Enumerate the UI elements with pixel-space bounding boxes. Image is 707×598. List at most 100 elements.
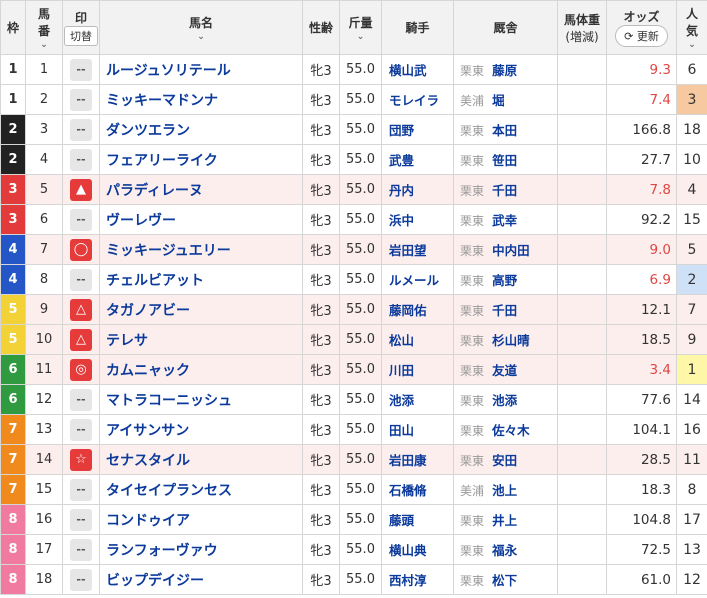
table-row[interactable]: 5 9 △ タガノアビー 牝3 55.0 藤岡佑 栗東 千田 12.1 7 — [0, 294, 707, 325]
mark-cell[interactable]: -- — [62, 144, 100, 175]
col-ninki-header[interactable]: 人 気 ⌄ — [676, 0, 707, 55]
col-umaban-header[interactable]: 馬 番 ⌄ — [25, 0, 63, 55]
jockey-link[interactable]: モレイラ — [381, 84, 454, 115]
table-row[interactable]: 4 8 -- チェルビアット 牝3 55.0 ルメール 栗東 高野 6.9 2 — [0, 264, 707, 295]
horse-name-link[interactable]: タガノアビー — [99, 294, 303, 325]
trainer-link[interactable]: 友道 — [488, 363, 517, 378]
trainer-link[interactable]: 杉山晴 — [488, 333, 530, 348]
horse-name-link[interactable]: ミッキージュエリー — [99, 234, 303, 265]
none-mark-icon[interactable]: -- — [70, 88, 92, 111]
jockey-link[interactable]: 田山 — [381, 414, 454, 445]
trainer-link[interactable]: 安田 — [488, 453, 517, 468]
trainer-link[interactable]: 佐々木 — [488, 423, 530, 438]
mark-cell[interactable]: -- — [62, 114, 100, 145]
horse-name-link[interactable]: ビップデイジー — [99, 564, 303, 595]
mark-cell[interactable]: △ — [62, 324, 100, 355]
jockey-link[interactable]: 藤岡佑 — [381, 294, 454, 325]
table-row[interactable]: 8 17 -- ランフォーヴァウ 牝3 55.0 横山典 栗東 福永 72.5 13 — [0, 534, 707, 565]
circle-mark-icon[interactable]: ◯ — [70, 238, 92, 261]
table-row[interactable]: 7 13 -- アイサンサン 牝3 55.0 田山 栗東 佐々木 104.1 16 — [0, 414, 707, 445]
double-circle-mark-icon[interactable]: ◎ — [70, 358, 92, 381]
open-triangle-mark-icon[interactable]: △ — [70, 298, 92, 321]
jockey-link[interactable]: 横山武 — [381, 54, 454, 85]
jockey-link[interactable]: 岩田望 — [381, 234, 454, 265]
trainer-link[interactable]: 池上 — [488, 483, 517, 498]
mark-cell[interactable]: ◎ — [62, 354, 100, 385]
none-mark-icon[interactable]: -- — [70, 478, 92, 501]
jockey-link[interactable]: 藤頭 — [381, 504, 454, 535]
jockey-link[interactable]: 松山 — [381, 324, 454, 355]
jockey-link[interactable]: 川田 — [381, 354, 454, 385]
none-mark-icon[interactable]: -- — [70, 538, 92, 561]
none-mark-icon[interactable]: -- — [70, 508, 92, 531]
mark-cell[interactable]: -- — [62, 54, 100, 85]
trainer-link[interactable]: 笹田 — [488, 153, 517, 168]
horse-name-link[interactable]: コンドゥイア — [99, 504, 303, 535]
horse-name-link[interactable]: マトラコーニッシュ — [99, 384, 303, 415]
mark-cell[interactable]: ☆ — [62, 444, 100, 475]
horse-name-link[interactable]: パラディレーヌ — [99, 174, 303, 205]
horse-name-link[interactable]: アイサンサン — [99, 414, 303, 445]
jockey-link[interactable]: 浜中 — [381, 204, 454, 235]
table-row[interactable]: 5 10 △ テレサ 牝3 55.0 松山 栗東 杉山晴 18.5 9 — [0, 324, 707, 355]
col-waku-header[interactable]: 枠 — [0, 0, 26, 55]
trainer-link[interactable]: 藤原 — [488, 63, 517, 78]
horse-name-link[interactable]: ミッキーマドンナ — [99, 84, 303, 115]
horse-name-link[interactable]: ダンツエラン — [99, 114, 303, 145]
none-mark-icon[interactable]: -- — [70, 58, 92, 81]
jockey-link[interactable]: 池添 — [381, 384, 454, 415]
col-kinryo-header[interactable]: 斤量 ⌄ — [339, 0, 382, 55]
table-row[interactable]: 6 11 ◎ カムニャック 牝3 55.0 川田 栗東 友道 3.4 1 — [0, 354, 707, 385]
jockey-link[interactable]: ルメール — [381, 264, 454, 295]
mark-cell[interactable]: -- — [62, 414, 100, 445]
filled-triangle-mark-icon[interactable]: ▲ — [70, 178, 92, 201]
horse-name-link[interactable]: タイセイプランセス — [99, 474, 303, 505]
trainer-link[interactable]: 松下 — [488, 573, 517, 588]
trainer-link[interactable]: 本田 — [488, 123, 517, 138]
none-mark-icon[interactable]: -- — [70, 208, 92, 231]
table-row[interactable]: 2 4 -- フェアリーライク 牝3 55.0 武豊 栗東 笹田 27.7 10 — [0, 144, 707, 175]
jockey-link[interactable]: 西村淳 — [381, 564, 454, 595]
mark-cell[interactable]: -- — [62, 84, 100, 115]
table-row[interactable]: 6 12 -- マトラコーニッシュ 牝3 55.0 池添 栗東 池添 77.6 14 — [0, 384, 707, 415]
jockey-link[interactable]: 武豊 — [381, 144, 454, 175]
trainer-link[interactable]: 福永 — [488, 543, 517, 558]
chevron-down-icon[interactable]: ⌄ — [678, 41, 707, 50]
col-horse-header[interactable]: 馬名 ⌄ — [99, 0, 303, 55]
chevron-down-icon[interactable]: ⌄ — [341, 32, 381, 42]
jockey-link[interactable]: 横山典 — [381, 534, 454, 565]
mark-cell[interactable]: -- — [62, 564, 100, 595]
horse-name-link[interactable]: チェルビアット — [99, 264, 303, 295]
none-mark-icon[interactable]: -- — [70, 418, 92, 441]
none-mark-icon[interactable]: -- — [70, 568, 92, 591]
horse-name-link[interactable]: テレサ — [99, 324, 303, 355]
mark-cell[interactable]: -- — [62, 504, 100, 535]
open-triangle-mark-icon[interactable]: △ — [70, 328, 92, 351]
jockey-link[interactable]: 岩田康 — [381, 444, 454, 475]
trainer-link[interactable]: 井上 — [488, 513, 517, 528]
table-row[interactable]: 3 6 -- ヴーレヴー 牝3 55.0 浜中 栗東 武幸 92.2 15 — [0, 204, 707, 235]
table-row[interactable]: 8 18 -- ビップデイジー 牝3 55.0 西村淳 栗東 松下 61.0 12 — [0, 564, 707, 595]
trainer-link[interactable]: 池添 — [488, 393, 517, 408]
horse-name-link[interactable]: ルージュソリテール — [99, 54, 303, 85]
mark-cell[interactable]: ◯ — [62, 234, 100, 265]
horse-name-link[interactable]: ヴーレヴー — [99, 204, 303, 235]
trainer-link[interactable]: 中内田 — [488, 243, 530, 258]
table-row[interactable]: 7 14 ☆ セナスタイル 牝3 55.0 岩田康 栗東 安田 28.5 11 — [0, 444, 707, 475]
horse-name-link[interactable]: フェアリーライク — [99, 144, 303, 175]
mark-cell[interactable]: -- — [62, 474, 100, 505]
none-mark-icon[interactable]: -- — [70, 268, 92, 291]
table-row[interactable]: 7 15 -- タイセイプランセス 牝3 55.0 石橋脩 美浦 池上 18.3 8 — [0, 474, 707, 505]
mark-cell[interactable]: ▲ — [62, 174, 100, 205]
table-row[interactable]: 8 16 -- コンドゥイア 牝3 55.0 藤頭 栗東 井上 104.8 17 — [0, 504, 707, 535]
trainer-link[interactable]: 千田 — [488, 303, 517, 318]
table-row[interactable]: 2 3 -- ダンツエラン 牝3 55.0 団野 栗東 本田 166.8 18 — [0, 114, 707, 145]
odds-refresh-button[interactable]: ⟳ 更新 — [615, 25, 668, 47]
none-mark-icon[interactable]: -- — [70, 388, 92, 411]
trainer-link[interactable]: 千田 — [488, 183, 517, 198]
star-mark-icon[interactable]: ☆ — [70, 448, 92, 471]
mark-cell[interactable]: -- — [62, 384, 100, 415]
none-mark-icon[interactable]: -- — [70, 118, 92, 141]
trainer-link[interactable]: 堀 — [488, 93, 505, 108]
horse-name-link[interactable]: セナスタイル — [99, 444, 303, 475]
